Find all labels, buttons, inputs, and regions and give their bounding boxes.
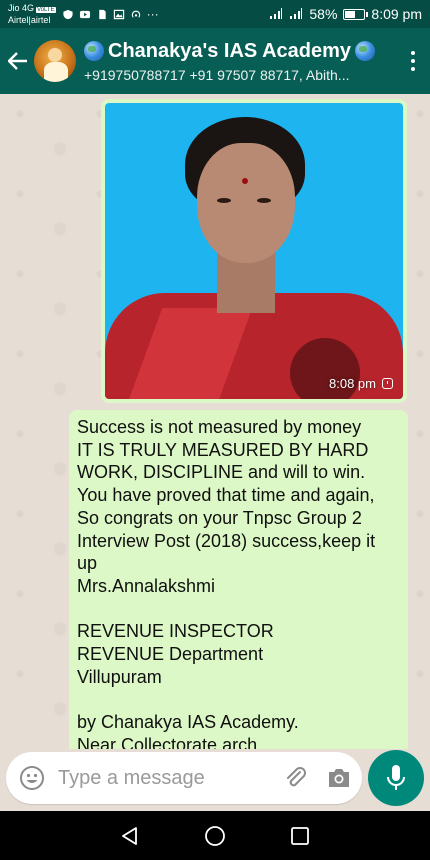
status-time: 8:09 pm [371,6,422,22]
signal-icon [270,8,283,19]
chat-header: Chanakya's IAS Academy +919750788717 +91… [0,28,430,94]
message-input-box[interactable]: Type a message [6,752,362,804]
message-photo[interactable]: 8:08 pm [105,103,403,399]
triangle-back-icon[interactable] [120,826,140,846]
vpn-shield-icon [63,9,73,19]
battery-icon [343,8,369,20]
battery-percent: 58% [309,6,338,22]
status-right: 58% 8:09 pm [269,6,422,22]
chat-info[interactable]: Chanakya's IAS Academy +919750788717 +91… [84,40,396,83]
sim-card-icon [98,9,106,19]
photo-timestamp: 8:08 pm [329,376,393,391]
carrier-1: Jio 4G VoLTE [8,3,56,15]
youtube-icon [79,10,90,18]
more-vert-icon[interactable] [396,51,430,71]
carrier-1-label: Jio 4G [8,3,35,13]
pending-clock-icon [382,378,393,389]
notification-icons: ··· [62,7,159,21]
globe-icon [84,41,104,61]
compose-bar: Type a message [0,749,430,811]
emoji-button[interactable] [6,752,58,804]
message-list[interactable]: 8:08 pm Success is not measured by money… [0,94,430,749]
paperclip-icon [287,767,306,787]
photo-time: 8:08 pm [329,376,376,391]
status-bar: Jio 4G VoLTE Airtel|airtel ··· 58% 8:09 p… [0,0,430,28]
battery-fill [345,10,356,18]
photo-message[interactable]: 8:08 pm [101,99,407,403]
avatar[interactable] [34,40,76,82]
gallery-icon [113,9,124,19]
attach-button[interactable] [276,752,316,804]
carrier-2: Airtel|airtel [8,15,51,25]
emoji-icon [20,766,44,790]
globe-icon [355,41,376,61]
camera-button[interactable] [316,752,362,804]
chat-participants: +919750788717 +91 97507 88717, Abith... [84,66,350,83]
hotspot-icon [131,10,140,18]
status-overflow: ··· [146,7,159,21]
message-input[interactable]: Type a message [58,767,276,790]
carrier-info: Jio 4G VoLTE Airtel|airtel [8,3,56,25]
volte-badge: VoLTE [36,7,56,13]
chat-title: Chanakya's IAS Academy [108,39,352,62]
chat-title-row: Chanakya's IAS Academy [84,40,396,63]
status-left: Jio 4G VoLTE Airtel|airtel ··· [8,3,159,25]
mic-button[interactable] [368,750,424,806]
circle-home-icon[interactable] [204,825,226,847]
mic-icon [387,765,405,790]
text-message[interactable]: Success is not measured by money IT IS T… [69,410,408,749]
message-body: Success is not measured by money IT IS T… [77,417,376,749]
signal-2-icon [290,8,303,19]
system-nav-bar [0,811,430,860]
square-recents-icon[interactable] [290,826,310,846]
back-button[interactable] [2,28,34,94]
camera-icon [329,769,349,787]
arrow-left-icon [8,52,27,70]
